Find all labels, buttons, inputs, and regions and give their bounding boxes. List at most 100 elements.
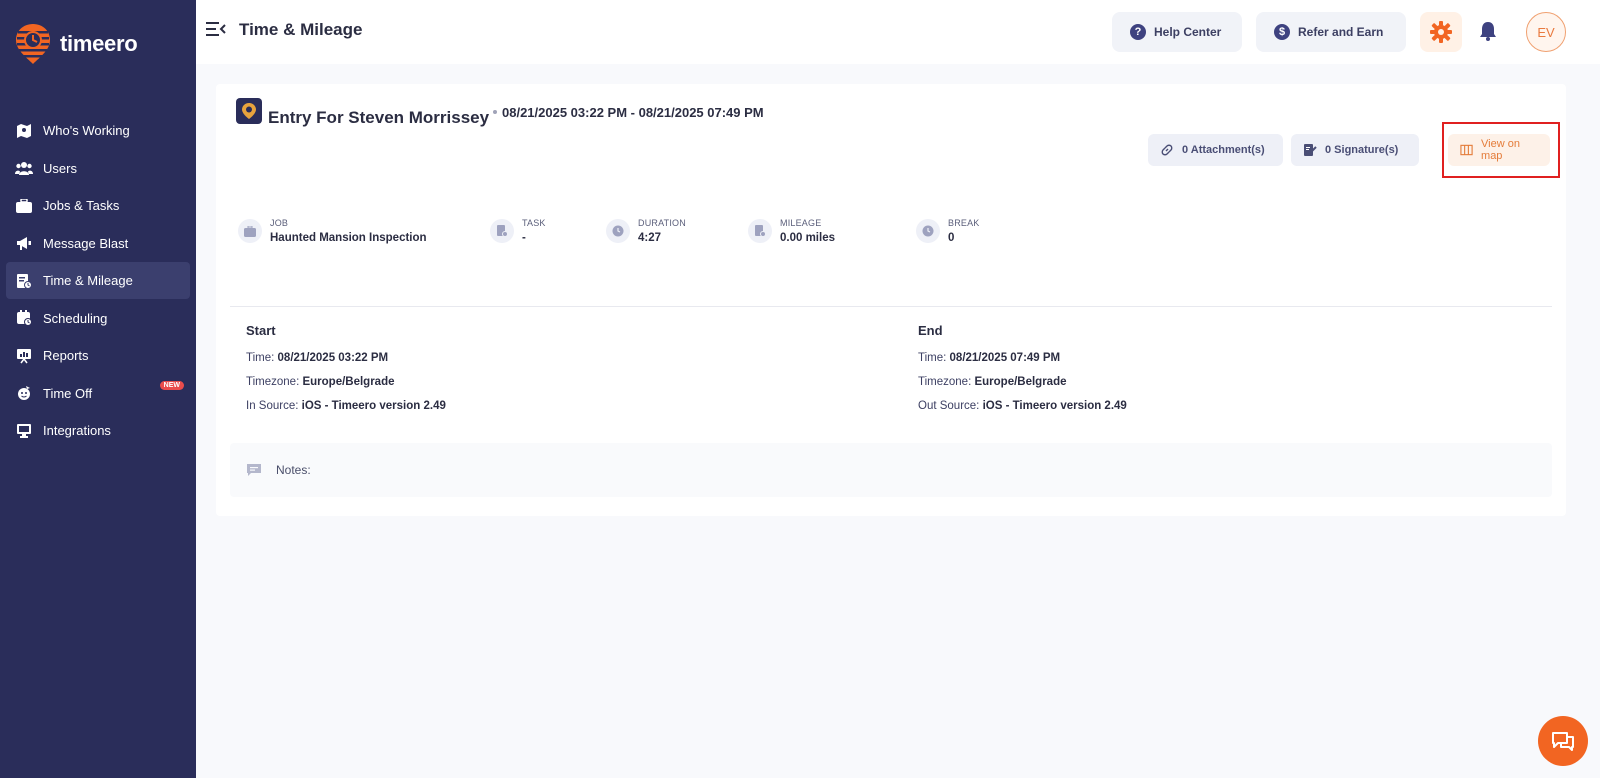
start-time-row: Time: 08/21/2025 03:22 PM	[246, 352, 446, 376]
view-on-map-label: View on map	[1481, 138, 1520, 162]
start-title: Start	[246, 323, 276, 338]
location-pin-icon	[236, 98, 262, 124]
notes-label: Notes:	[276, 463, 311, 477]
entry-title: Entry For Steven Morrissey	[268, 108, 490, 127]
sidebar-item-label: Message Blast	[43, 235, 129, 251]
comment-icon	[247, 464, 261, 476]
sidebar-item-label: Scheduling	[43, 310, 108, 326]
entry-date-range: 08/21/2025 03:22 PM - 08/21/2025 07:49 P…	[502, 105, 764, 120]
sidebar-item-integrations[interactable]: Integrations	[6, 412, 190, 449]
timesheet-icon	[15, 272, 33, 290]
sidebar-item-scheduling[interactable]: Scheduling	[6, 300, 190, 337]
sidebar-item-time-off[interactable]: Time Off NEW	[6, 375, 190, 412]
map-icon	[1460, 144, 1473, 156]
stat-mileage: MILEAGE 0.00 miles	[748, 216, 835, 244]
mileage-icon	[748, 219, 772, 243]
stat-value: -	[522, 232, 526, 244]
stat-label: DURATION	[638, 218, 686, 228]
top-header: Time & Mileage ? Help Center $ Refer and…	[196, 0, 1600, 64]
logo[interactable]: timeero	[14, 22, 138, 66]
new-badge: NEW	[159, 380, 184, 390]
presentation-icon	[15, 347, 33, 365]
end-timezone-row: Timezone: Europe/Belgrade	[918, 376, 1127, 400]
clock-icon	[916, 219, 940, 243]
gear-icon	[1430, 21, 1452, 43]
end-time-value: 08/21/2025 07:49 PM	[949, 352, 1061, 364]
signatures-button[interactable]: 0 Signature(s)	[1291, 134, 1419, 166]
separator-dot	[493, 110, 497, 114]
attachments-button[interactable]: 0 Attachment(s)	[1148, 134, 1283, 166]
stat-label: BREAK	[948, 218, 980, 228]
beach-icon	[15, 384, 33, 402]
stat-label: JOB	[270, 218, 289, 228]
collapse-menu-icon[interactable]	[206, 20, 226, 38]
stat-job: JOB Haunted Mansion Inspection	[238, 216, 427, 244]
end-source-label: Out Source:	[918, 400, 980, 412]
stat-task: TASK -	[490, 216, 546, 244]
sidebar-item-users[interactable]: Users	[6, 150, 190, 187]
megaphone-icon	[15, 234, 33, 252]
start-timezone-label: Timezone:	[246, 376, 300, 388]
clock-icon	[606, 219, 630, 243]
divider	[230, 306, 1552, 307]
question-icon: ?	[1130, 24, 1146, 40]
chat-icon	[1552, 732, 1574, 751]
sidebar: timeero Who's Working Users Jobs & Tasks…	[0, 0, 196, 778]
stat-label: TASK	[522, 218, 546, 228]
end-title: End	[918, 323, 943, 338]
calendar-icon	[15, 309, 33, 327]
timeero-logo-icon	[14, 22, 52, 66]
sidebar-item-message-blast[interactable]: Message Blast	[6, 225, 190, 262]
stat-value: Haunted Mansion Inspection	[270, 232, 427, 244]
signatures-label: 0 Signature(s)	[1325, 144, 1399, 156]
start-source-value: iOS - Timeero version 2.49	[301, 400, 446, 412]
start-time-value: 08/21/2025 03:22 PM	[277, 352, 389, 364]
sidebar-item-label: Users	[43, 160, 77, 176]
end-time-row: Time: 08/21/2025 07:49 PM	[918, 352, 1127, 376]
briefcase-icon	[238, 219, 262, 243]
end-timezone-label: Timezone:	[918, 376, 972, 388]
sidebar-item-label: Time Off	[43, 385, 93, 401]
refer-earn-button[interactable]: $ Refer and Earn	[1256, 12, 1406, 52]
stat-value: 0.00 miles	[780, 232, 835, 244]
sidebar-item-time-mileage[interactable]: Time & Mileage	[6, 262, 190, 299]
settings-button[interactable]	[1420, 12, 1462, 52]
notes-section: Notes:	[230, 443, 1552, 497]
briefcase-icon	[15, 197, 33, 215]
signature-icon	[1304, 144, 1317, 156]
start-section: Start Time: 08/21/2025 03:22 PM Timezone…	[246, 323, 446, 424]
end-section: End Time: 08/21/2025 07:49 PM Timezone: …	[918, 323, 1127, 424]
stat-value: 4:27	[638, 232, 662, 244]
dollar-icon: $	[1274, 24, 1290, 40]
sidebar-item-whos-working[interactable]: Who's Working	[6, 112, 190, 149]
stat-duration: DURATION 4:27	[606, 216, 686, 244]
end-timezone-value: Europe/Belgrade	[974, 376, 1067, 388]
start-timezone-row: Timezone: Europe/Belgrade	[246, 376, 446, 400]
sidebar-item-reports[interactable]: Reports	[6, 337, 190, 374]
stat-label: MILEAGE	[780, 218, 822, 228]
sidebar-nav: Who's Working Users Jobs & Tasks Message…	[6, 112, 190, 450]
start-timezone-value: Europe/Belgrade	[302, 376, 395, 388]
task-icon	[490, 219, 514, 243]
sidebar-item-label: Jobs & Tasks	[43, 198, 120, 213]
sidebar-item-label: Reports	[43, 348, 89, 363]
end-time-label: Time:	[918, 352, 947, 364]
sidebar-item-label: Integrations	[43, 423, 111, 438]
refer-earn-label: Refer and Earn	[1298, 25, 1384, 39]
user-avatar[interactable]: EV	[1526, 12, 1566, 52]
attachments-label: 0 Attachment(s)	[1182, 144, 1265, 156]
notification-bell-icon[interactable]	[1478, 20, 1498, 42]
chat-support-button[interactable]	[1538, 716, 1588, 766]
view-on-map-button[interactable]: View on map	[1448, 134, 1550, 166]
help-center-button[interactable]: ? Help Center	[1112, 12, 1242, 52]
sidebar-item-label: Time & Mileage	[43, 273, 133, 288]
page-title: Time & Mileage	[239, 20, 363, 39]
start-source-label: In Source:	[246, 400, 299, 412]
logo-text: timeero	[60, 31, 138, 56]
sidebar-item-label: Who's Working	[43, 123, 130, 138]
stat-break: BREAK 0	[916, 216, 980, 244]
stat-value: 0	[948, 232, 955, 244]
help-center-label: Help Center	[1154, 25, 1222, 39]
sidebar-item-jobs-tasks[interactable]: Jobs & Tasks	[6, 187, 190, 224]
users-icon	[15, 159, 33, 177]
